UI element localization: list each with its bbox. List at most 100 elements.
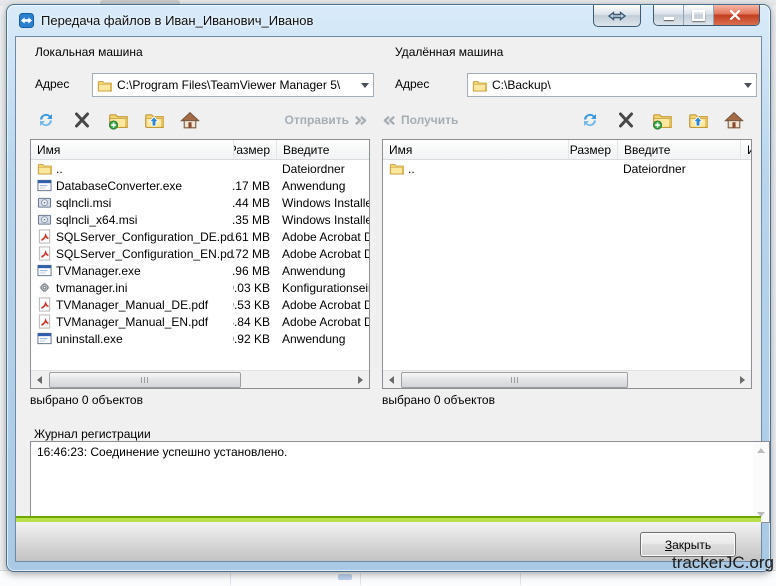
window-title: Передача файлов в Иван_Иванович_Иванов xyxy=(41,13,313,28)
chevron-down-icon[interactable] xyxy=(740,74,756,96)
table-row[interactable]: sqlncli_x64.msi6.35 MBWindows Installer xyxy=(31,211,369,228)
receive-label: Получить xyxy=(401,113,458,127)
file-size-cell: 1.72 MB xyxy=(233,247,276,261)
double-arrow-left-icon xyxy=(382,113,397,128)
local-file-list: ИмяРазмерВведите..DateiordnerDatabaseCon… xyxy=(30,139,370,389)
column-header[interactable]: Введите xyxy=(617,140,740,159)
home-button[interactable] xyxy=(718,108,750,132)
horizontal-scrollbar[interactable] xyxy=(31,370,369,388)
vertical-scrollbar[interactable] xyxy=(753,442,769,522)
file-name-cell: tvmanager.ini xyxy=(31,280,233,295)
refresh-button[interactable] xyxy=(30,108,62,132)
table-row[interactable]: DatabaseConverter.exe6.17 MBAnwendung xyxy=(31,177,369,194)
pdf-icon xyxy=(37,246,52,261)
file-type-cell: Windows Installer xyxy=(276,213,369,227)
file-size-cell: 1.61 MB xyxy=(233,230,276,244)
file-type-cell: Adobe Acrobat Do xyxy=(276,230,369,244)
app-icon xyxy=(37,331,52,346)
parent-folder-button[interactable] xyxy=(682,108,714,132)
column-header[interactable]: Изменён xyxy=(740,140,752,159)
column-header[interactable]: Размер xyxy=(568,140,617,159)
scroll-right-icon[interactable] xyxy=(352,371,369,388)
file-name-cell: sqlncli_x64.msi xyxy=(31,212,233,227)
send-button[interactable]: Отправить xyxy=(285,113,368,128)
minimize-button[interactable] xyxy=(654,5,684,25)
msi-icon xyxy=(37,195,52,210)
table-row[interactable]: TVManager_Manual_DE.pdf599.53 KBAdobe Ac… xyxy=(31,296,369,313)
chevron-down-icon[interactable] xyxy=(357,74,373,96)
table-row[interactable]: SQLServer_Configuration_DE.pdf1.61 MBAdo… xyxy=(31,228,369,245)
file-name-cell: .. xyxy=(31,161,233,176)
file-size-cell: 340.92 KB xyxy=(233,332,276,346)
file-type-cell: Anwendung xyxy=(276,264,369,278)
footer-bar: Закрыть xyxy=(16,522,761,561)
refresh-icon xyxy=(580,110,600,130)
refresh-button[interactable] xyxy=(574,108,606,132)
new-folder-button[interactable] xyxy=(102,108,134,132)
table-row[interactable]: sqlncli.msi3.44 MBWindows Installer xyxy=(31,194,369,211)
parent-folder-icon xyxy=(688,110,708,130)
table-row[interactable]: SQLServer_Configuration_EN.pdf1.72 MBAdo… xyxy=(31,245,369,262)
pdf-icon xyxy=(37,314,52,329)
file-type-cell: Konfigurationseins xyxy=(276,281,369,295)
local-selection-status: выбрано 0 объектов xyxy=(30,393,143,407)
pdf-icon xyxy=(37,229,52,244)
column-header[interactable]: Размер xyxy=(233,140,276,159)
maximize-button[interactable] xyxy=(684,5,714,25)
local-address-label: Адрес xyxy=(35,77,69,91)
table-row[interactable]: TVManager.exe13.96 MBAnwendung xyxy=(31,262,369,279)
close-window-button[interactable] xyxy=(714,5,759,25)
scroll-left-icon[interactable] xyxy=(383,371,400,388)
receive-button[interactable]: Получить xyxy=(382,113,458,128)
scrollbar-thumb[interactable] xyxy=(401,372,628,388)
table-row[interactable]: ..Dateiordner xyxy=(31,160,369,177)
scroll-left-icon[interactable] xyxy=(31,371,48,388)
remote-address-combobox[interactable]: C:\Backup\ xyxy=(467,73,757,97)
scroll-up-icon[interactable] xyxy=(753,442,769,458)
switch-sides-button[interactable] xyxy=(593,5,641,27)
column-header[interactable]: Введите xyxy=(276,140,369,159)
file-type-cell: Adobe Acrobat Do xyxy=(276,315,369,329)
remote-machine-label: Удалённая машина xyxy=(395,45,503,59)
log-box[interactable]: 16:46:23: Соединение успешно установлено… xyxy=(30,441,770,523)
file-transfer-window: Передача файлов в Иван_Иванович_Иванов Л xyxy=(6,4,771,572)
column-header[interactable]: Имя xyxy=(383,140,568,159)
horizontal-scrollbar[interactable] xyxy=(383,370,751,388)
refresh-icon xyxy=(36,110,56,130)
home-icon xyxy=(180,110,200,130)
scroll-right-icon[interactable] xyxy=(734,371,751,388)
remote-toolbar: Получить xyxy=(382,107,750,133)
home-button[interactable] xyxy=(174,108,206,132)
home-icon xyxy=(724,110,744,130)
file-name-cell: SQLServer_Configuration_DE.pdf xyxy=(31,229,233,244)
file-name-cell: .. xyxy=(383,161,568,176)
table-row[interactable]: TVManager_Manual_EN.pdf678.84 KBAdobe Ac… xyxy=(31,313,369,330)
new-folder-button[interactable] xyxy=(646,108,678,132)
file-name-cell: TVManager_Manual_DE.pdf xyxy=(31,297,233,312)
file-type-cell: Adobe Acrobat Do xyxy=(276,247,369,261)
titlebar[interactable]: Передача файлов в Иван_Иванович_Иванов xyxy=(7,5,770,36)
file-type-cell: Anwendung xyxy=(276,332,369,346)
file-size-cell: 0.03 KB xyxy=(233,281,276,295)
delete-button[interactable] xyxy=(610,108,642,132)
table-row[interactable]: uninstall.exe340.92 KBAnwendung xyxy=(31,330,369,347)
swap-arrows-icon xyxy=(608,10,626,22)
dialog-client-area: Локальная машина Удалённая машина Адрес … xyxy=(15,36,762,562)
local-toolbar: Отправить xyxy=(30,107,368,133)
parent-folder-button[interactable] xyxy=(138,108,170,132)
table-row[interactable]: tvmanager.ini0.03 KBKonfigurationseins xyxy=(31,279,369,296)
remote-address-value: C:\Backup\ xyxy=(492,78,735,92)
file-size-cell: 599.53 KB xyxy=(233,298,276,312)
file-size-cell: 6.35 MB xyxy=(233,213,276,227)
folder-icon xyxy=(97,78,112,93)
file-type-cell: Anwendung xyxy=(276,179,369,193)
delete-button[interactable] xyxy=(66,108,98,132)
local-address-value: C:\Program Files\TeamViewer Manager 5\ xyxy=(117,78,352,92)
table-row[interactable]: ..Dateiordner xyxy=(383,160,751,177)
scrollbar-thumb[interactable] xyxy=(49,372,241,388)
local-address-combobox[interactable]: C:\Program Files\TeamViewer Manager 5\ xyxy=(92,73,374,97)
column-header[interactable]: Имя xyxy=(31,140,233,159)
parent-folder-icon xyxy=(144,110,164,130)
pdf-icon xyxy=(37,297,52,312)
new-folder-icon xyxy=(652,110,672,130)
